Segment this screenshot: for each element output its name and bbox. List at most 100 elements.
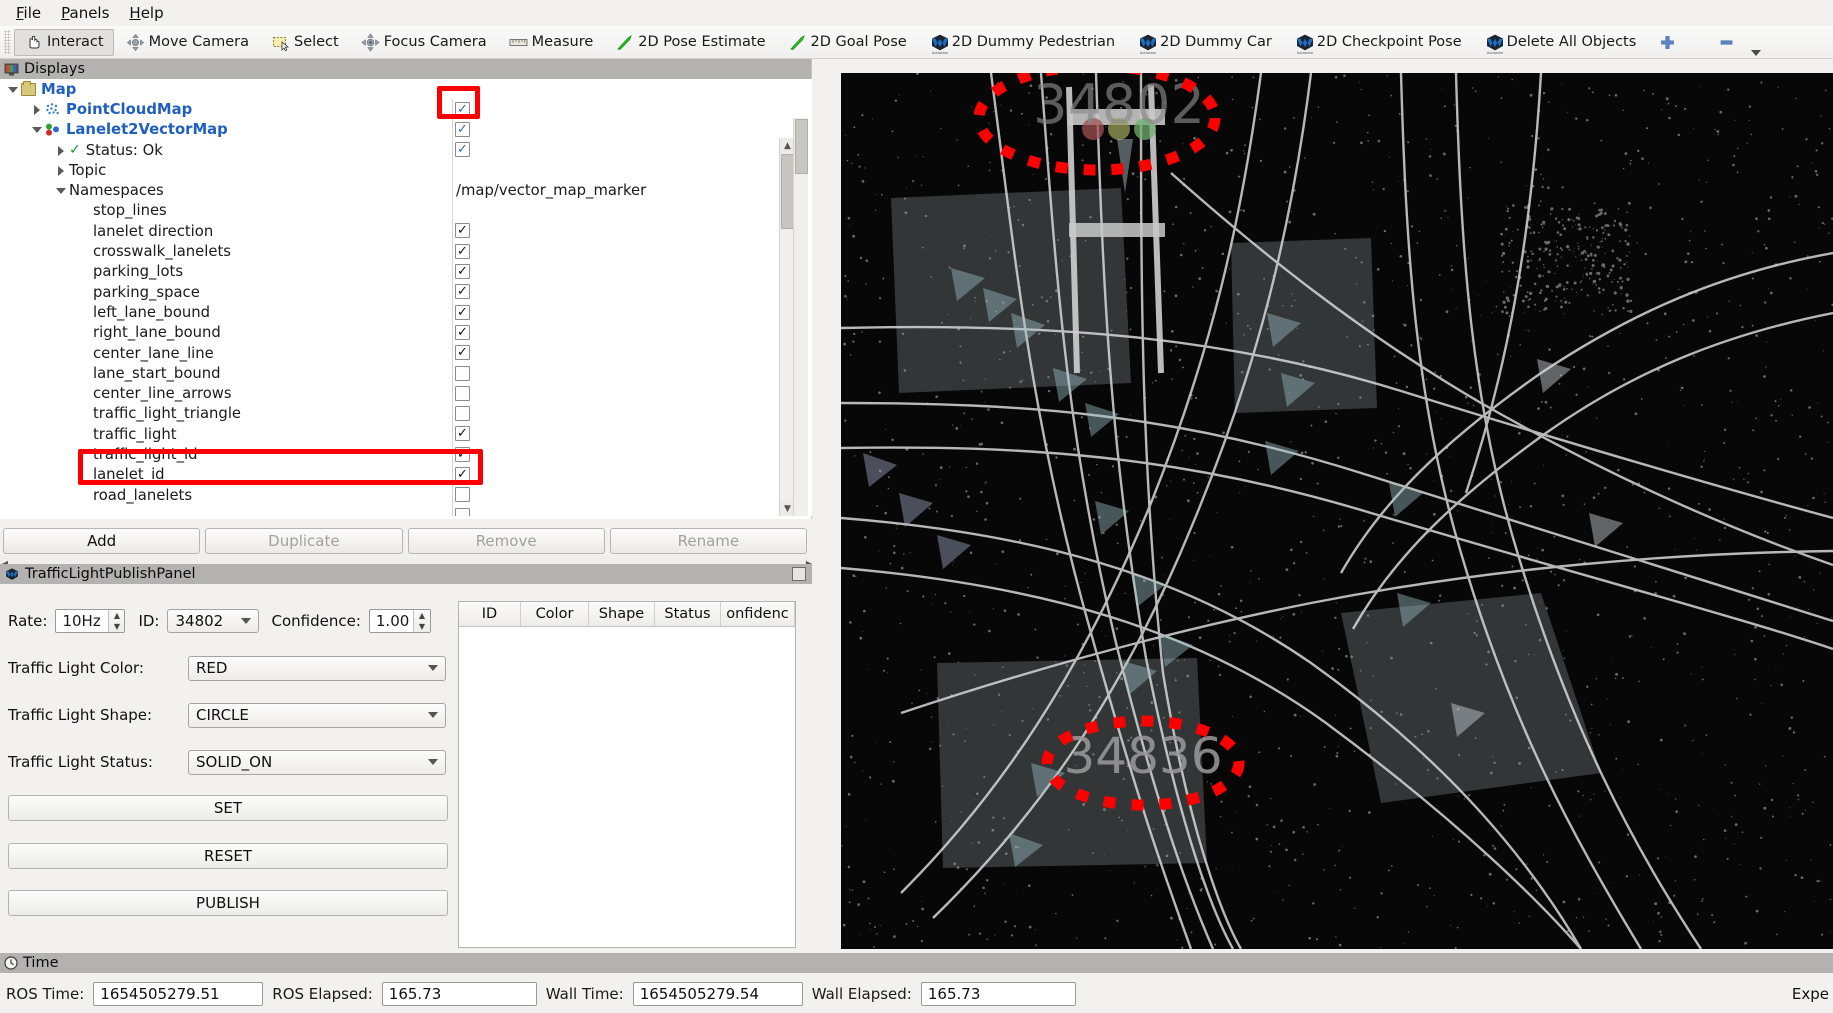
tool-2d-checkpoint-pose[interactable]: Autoware 2D Checkpoint Pose bbox=[1284, 29, 1472, 56]
display-tree-value-cell[interactable]: ✓ bbox=[455, 383, 795, 403]
tool-2d-dummy-pedestrian[interactable]: Autoware 2D Dummy Pedestrian bbox=[919, 29, 1125, 56]
traffic-light-table-column-header[interactable]: Color bbox=[521, 602, 589, 626]
toolbar-overflow-button[interactable] bbox=[1740, 36, 1772, 63]
display-tree-value-cell[interactable]: ✓ bbox=[455, 403, 795, 423]
display-tree-value-cell[interactable]: ✓ bbox=[455, 464, 795, 484]
time-field-value[interactable]: 165.73 bbox=[921, 982, 1076, 1006]
displays-tree-scroll-area[interactable]: MapPointCloudMapLanelet2VectorMap✓Status… bbox=[0, 79, 812, 516]
display-visibility-checkbox[interactable]: ✓ bbox=[455, 467, 470, 482]
display-visibility-checkbox[interactable]: ✓ bbox=[455, 264, 470, 279]
traffic-light-status-combobox[interactable]: SOLID_ON bbox=[188, 750, 446, 775]
id-combobox[interactable]: 34802 bbox=[167, 609, 259, 633]
menu-file[interactable]: File bbox=[6, 2, 51, 24]
displays-vertical-scrollbar[interactable]: ▲ ▼ bbox=[779, 138, 794, 516]
remove-button[interactable]: Remove bbox=[408, 528, 605, 554]
traffic-light-shape-combobox[interactable]: CIRCLE bbox=[188, 703, 446, 728]
tool-2d-dummy-car[interactable]: Autoware 2D Dummy Car bbox=[1127, 29, 1282, 56]
traffic-light-table-column-header[interactable]: ID bbox=[459, 602, 521, 626]
display-visibility-checkbox[interactable]: ✓ bbox=[455, 508, 470, 516]
tool-move-camera[interactable]: Move Camera bbox=[116, 29, 259, 56]
time-field-value[interactable]: 165.73 bbox=[382, 982, 537, 1006]
tool-delete-all-objects[interactable]: Autoware Delete All Objects bbox=[1474, 29, 1647, 56]
display-tree-value-cell[interactable]: ✓ bbox=[455, 363, 795, 383]
display-visibility-checkbox[interactable]: ✓ bbox=[455, 345, 470, 360]
display-tree-row[interactable]: Map bbox=[0, 79, 795, 99]
confidence-stepper[interactable]: ▲▼ bbox=[413, 610, 430, 632]
tool-add-button[interactable] bbox=[1648, 29, 1687, 56]
tool-interact[interactable]: Interact bbox=[14, 29, 114, 56]
display-tree-value-cell[interactable]: ✓ bbox=[455, 119, 795, 139]
publish-button[interactable]: PUBLISH bbox=[8, 890, 448, 916]
display-visibility-checkbox[interactable]: ✓ bbox=[455, 447, 470, 462]
display-tree-value-cell[interactable]: ✓ bbox=[455, 302, 795, 322]
tool-measure[interactable]: Measure bbox=[499, 29, 604, 56]
svg-text:Autoware: Autoware bbox=[1140, 51, 1156, 55]
display-visibility-checkbox[interactable]: ✓ bbox=[455, 386, 470, 401]
display-visibility-checkbox[interactable]: ✓ bbox=[455, 284, 470, 299]
traffic-light-table-column-header[interactable]: onfidenc bbox=[721, 602, 795, 626]
chevron-down-icon[interactable] bbox=[56, 186, 65, 195]
display-visibility-checkbox[interactable]: ✓ bbox=[455, 426, 470, 441]
reset-button[interactable]: RESET bbox=[8, 843, 448, 869]
display-tree-value-cell[interactable]: ✓ bbox=[455, 261, 795, 281]
toolbar-drag-handle[interactable] bbox=[4, 30, 11, 54]
rename-button[interactable]: Rename bbox=[610, 528, 807, 554]
display-visibility-checkbox[interactable]: ✓ bbox=[455, 325, 470, 340]
menu-help[interactable]: Help bbox=[119, 2, 173, 24]
display-tree-value-cell[interactable]: ✓ bbox=[455, 140, 795, 160]
chevron-down-icon[interactable] bbox=[8, 85, 17, 94]
traffic-light-color-combobox[interactable]: RED bbox=[188, 656, 446, 681]
traffic-light-table[interactable]: IDColorShapeStatusonfidenc bbox=[458, 601, 796, 948]
display-tree-value-cell[interactable]: ✓ bbox=[455, 241, 795, 261]
tool-2d-pose-estimate[interactable]: 2D Pose Estimate bbox=[605, 29, 775, 56]
display-tree-value-cell[interactable]: ✓ bbox=[455, 343, 795, 363]
rate-stepper[interactable]: ▲▼ bbox=[108, 610, 124, 632]
display-visibility-checkbox[interactable]: ✓ bbox=[455, 366, 470, 381]
display-visibility-checkbox[interactable]: ✓ bbox=[455, 223, 470, 238]
display-visibility-checkbox[interactable]: ✓ bbox=[455, 487, 470, 502]
confidence-value[interactable]: 1.00 bbox=[370, 610, 413, 632]
display-visibility-checkbox[interactable]: ✓ bbox=[455, 305, 470, 320]
add-button[interactable]: Add bbox=[3, 528, 200, 554]
folder-icon bbox=[21, 83, 36, 96]
chevron-right-icon[interactable] bbox=[56, 146, 65, 155]
panel-float-button[interactable] bbox=[792, 567, 806, 581]
display-tree-value-cell[interactable]: /map/vector_map_marker bbox=[455, 180, 795, 200]
displays-panel-scrollbar[interactable] bbox=[793, 118, 808, 516]
traffic-light-table-column-header[interactable]: Shape bbox=[589, 602, 655, 626]
scrollbar-thumb[interactable] bbox=[795, 119, 808, 174]
display-visibility-checkbox[interactable]: ✓ bbox=[455, 142, 470, 157]
display-tree-value-cell[interactable]: ✓ bbox=[455, 444, 795, 464]
render-view-3d[interactable]: 34802 34836 bbox=[841, 73, 1833, 949]
time-field-label: Wall Elapsed: bbox=[812, 985, 912, 1003]
display-visibility-checkbox[interactable]: ✓ bbox=[455, 122, 470, 137]
display-tree-value-cell[interactable]: ✓ bbox=[455, 282, 795, 302]
display-visibility-checkbox[interactable]: ✓ bbox=[455, 406, 470, 421]
svg-text:Autoware: Autoware bbox=[1297, 51, 1313, 55]
display-tree-value-cell[interactable]: ✓ bbox=[455, 424, 795, 444]
display-tree-value-cell[interactable]: ✓ bbox=[455, 99, 795, 119]
traffic-light-table-column-header[interactable]: Status bbox=[655, 602, 721, 626]
display-tree-value-cell[interactable]: ✓ bbox=[455, 485, 795, 505]
time-field-value[interactable]: 1654505279.54 bbox=[633, 982, 803, 1006]
display-visibility-checkbox[interactable]: ✓ bbox=[455, 102, 470, 117]
duplicate-button[interactable]: Duplicate bbox=[205, 528, 402, 554]
rate-value[interactable]: 10Hz bbox=[56, 610, 108, 632]
display-tree-value-cell[interactable]: ✓ bbox=[455, 322, 795, 342]
set-button[interactable]: SET bbox=[8, 795, 448, 821]
tool-select[interactable]: Select bbox=[261, 29, 349, 56]
tool-focus-camera[interactable]: Focus Camera bbox=[351, 29, 497, 56]
display-visibility-checkbox[interactable]: ✓ bbox=[455, 244, 470, 259]
chevron-right-icon[interactable] bbox=[56, 166, 65, 175]
chevron-right-icon[interactable] bbox=[32, 105, 41, 114]
rate-spinbox[interactable]: 10Hz ▲▼ bbox=[55, 609, 125, 633]
topic-value[interactable]: /map/vector_map_marker bbox=[455, 182, 646, 199]
confidence-spinbox[interactable]: 1.00 ▲▼ bbox=[369, 609, 431, 633]
chevron-down-icon[interactable] bbox=[32, 125, 41, 134]
time-field-value[interactable]: 1654505279.51 bbox=[93, 982, 263, 1006]
display-tree-value-cell[interactable]: ✓ bbox=[455, 505, 795, 516]
traffic-light-table-body[interactable] bbox=[459, 627, 795, 947]
display-tree-value-cell[interactable]: ✓ bbox=[455, 221, 795, 241]
menu-panels[interactable]: Panels bbox=[51, 2, 119, 24]
tool-2d-goal-pose[interactable]: 2D Goal Pose bbox=[778, 29, 917, 56]
